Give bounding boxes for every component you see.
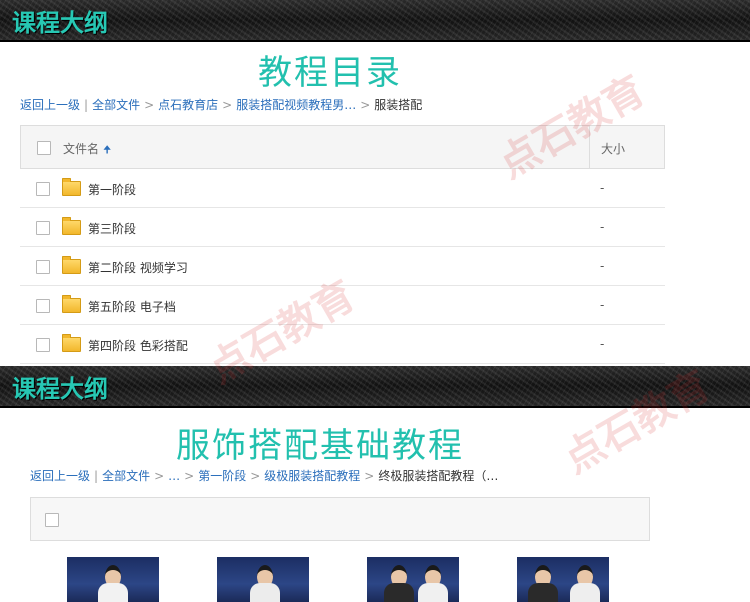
file-name[interactable]: 第二阶段 视频学习 <box>88 259 188 276</box>
table-row[interactable]: 第五阶段 电子档 - <box>20 286 665 325</box>
presenter-body <box>570 583 600 602</box>
folder-icon <box>62 334 81 352</box>
video-thumbnail[interactable] <box>517 557 609 602</box>
presenter-body <box>98 583 128 602</box>
chevron-right-icon: > <box>250 469 261 483</box>
file-name[interactable]: 第四阶段 色彩搭配 <box>88 337 188 354</box>
presenter-body <box>418 583 448 602</box>
column-size-header[interactable]: 大小 <box>601 140 625 157</box>
row-checkbox[interactable] <box>36 338 50 352</box>
column-name-label: 文件名 <box>63 142 100 156</box>
row-checkbox[interactable] <box>36 260 50 274</box>
file-size: - <box>600 181 605 195</box>
column-divider <box>589 126 590 168</box>
breadcrumb-ellipsis[interactable]: … <box>168 469 180 483</box>
breadcrumb-back-link[interactable]: 返回上一级 <box>20 98 80 112</box>
presenter-body <box>250 583 280 602</box>
chevron-right-icon: > <box>144 98 155 112</box>
folder-icon <box>62 256 81 274</box>
video-thumbnail[interactable] <box>367 557 459 602</box>
table-row[interactable]: 第二阶段 视频学习 - <box>20 247 665 286</box>
row-checkbox[interactable] <box>36 221 50 235</box>
file-size: - <box>600 337 605 351</box>
select-all-checkbox[interactable] <box>45 513 59 527</box>
column-name-header[interactable]: 文件名 🠉 <box>63 140 111 160</box>
file-size: - <box>600 259 605 273</box>
breadcrumb-course-link[interactable]: 级极服装搭配教程 <box>264 469 360 483</box>
folder-icon <box>62 295 81 313</box>
breadcrumb-current: 终极服装搭配教程（… <box>378 469 499 483</box>
page-title-catalog: 教程目录 <box>258 53 402 93</box>
file-size: - <box>600 220 605 234</box>
breadcrumb-store-link[interactable]: 点石教育店 <box>158 98 218 112</box>
file-size: - <box>600 298 605 312</box>
row-checkbox[interactable] <box>36 299 50 313</box>
sort-arrow-up-icon[interactable]: 🠉 <box>103 145 111 156</box>
video-thumbnail[interactable] <box>217 557 309 602</box>
file-list: 文件名 🠉 大小 第一阶段 - 第三阶段 - 第二阶段 视频学习 - 第五阶段 电… <box>20 125 665 364</box>
breadcrumb-stage-link[interactable]: 第一阶段 <box>198 469 246 483</box>
breadcrumb-current: 服装搭配 <box>374 98 423 112</box>
file-name[interactable]: 第三阶段 <box>88 220 136 237</box>
file-name[interactable]: 第一阶段 <box>88 181 136 198</box>
video-thumbnail[interactable] <box>67 557 159 602</box>
chevron-right-icon: > <box>154 469 165 483</box>
breadcrumb-separator: | <box>94 469 99 483</box>
course-outline-banner-top: 课程大纲 <box>0 0 750 42</box>
presenter-body <box>384 583 414 602</box>
file-list-header: 文件名 🠉 大小 <box>20 125 665 169</box>
breadcrumb: 返回上一级 | 全部文件 > 点石教育店 > 服装搭配视频教程男… > 服装搭配 <box>20 96 422 113</box>
chevron-right-icon: > <box>360 98 371 112</box>
breadcrumb-all-files-link[interactable]: 全部文件 <box>92 98 140 112</box>
chevron-right-icon: > <box>222 98 233 112</box>
video-list-header <box>30 497 650 541</box>
chevron-right-icon: > <box>364 469 375 483</box>
folder-icon <box>62 217 81 235</box>
breadcrumb-separator: | <box>84 98 89 112</box>
table-row[interactable]: 第四阶段 色彩搭配 - <box>20 325 665 364</box>
breadcrumb-back-link[interactable]: 返回上一级 <box>30 469 90 483</box>
table-row[interactable]: 第三阶段 - <box>20 208 665 247</box>
chevron-right-icon: > <box>184 469 195 483</box>
folder-icon <box>62 178 81 196</box>
file-name[interactable]: 第五阶段 电子档 <box>88 298 176 315</box>
select-all-checkbox[interactable] <box>37 141 51 155</box>
breadcrumb: 返回上一级 | 全部文件 >… > 第一阶段 > 级极服装搭配教程 > 终极服装搭配教程（… <box>30 467 498 484</box>
page-title-basics: 服饰搭配基础教程 <box>176 426 464 466</box>
presenter-body <box>528 583 558 602</box>
table-row[interactable]: 第一阶段 - <box>20 169 665 208</box>
breadcrumb-course-link[interactable]: 服装搭配视频教程男… <box>236 98 356 112</box>
course-outline-banner-bottom: 课程大纲 <box>0 366 750 408</box>
row-checkbox[interactable] <box>36 182 50 196</box>
breadcrumb-all-files-link[interactable]: 全部文件 <box>102 469 150 483</box>
banner-title: 课程大纲 <box>12 375 108 403</box>
banner-title: 课程大纲 <box>12 9 108 37</box>
